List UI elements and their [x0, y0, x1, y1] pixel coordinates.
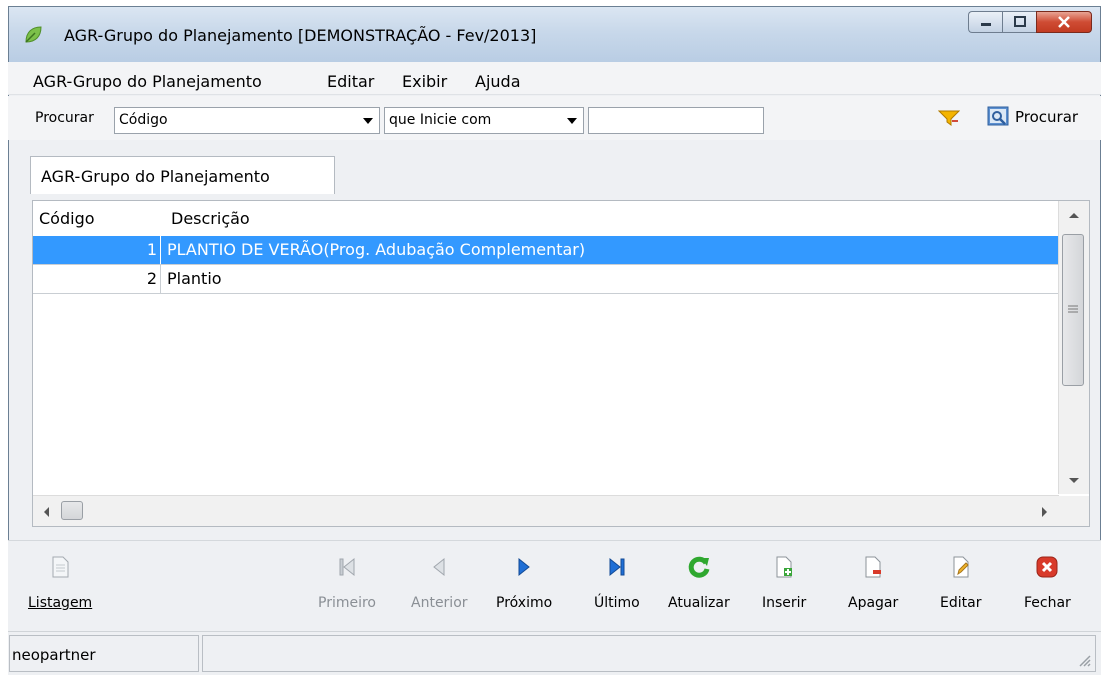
status-bar: neopartner: [8, 631, 1101, 675]
status-message-panel: [202, 635, 1096, 672]
anterior-label: Anterior: [411, 595, 468, 611]
ultimo-button[interactable]: Último: [594, 553, 640, 611]
maximize-button[interactable]: [1002, 11, 1036, 33]
add-document-icon: [776, 556, 793, 578]
resize-grip-icon[interactable]: [1077, 653, 1091, 667]
menu-ajuda[interactable]: Ajuda: [475, 72, 521, 91]
maximize-icon: [1013, 16, 1026, 27]
edit-document-icon: [953, 556, 969, 578]
status-user-panel: neopartner: [9, 635, 199, 672]
fechar-button[interactable]: Fechar: [1024, 553, 1071, 611]
primeiro-label: Primeiro: [318, 595, 376, 611]
refresh-icon: [688, 556, 710, 578]
search-toolbar: Procurar Código que Inicie com Procurar: [8, 96, 1101, 140]
horizontal-scroll-thumb[interactable]: [61, 501, 83, 520]
title-bar[interactable]: AGR-Grupo do Planejamento [DEMONSTRAÇÃO …: [9, 7, 1100, 62]
atualizar-button[interactable]: Atualizar: [668, 553, 730, 611]
cell-descricao: Plantio: [167, 269, 222, 288]
proximo-button[interactable]: Próximo: [496, 553, 552, 611]
menu-editar[interactable]: Editar: [327, 72, 374, 91]
table-row[interactable]: 2 Plantio: [33, 265, 1059, 294]
primeiro-button[interactable]: Primeiro: [318, 553, 376, 611]
anterior-button[interactable]: Anterior: [411, 553, 468, 611]
listing-icon: [52, 556, 69, 578]
grip-icon: [1068, 305, 1078, 313]
scroll-left-icon[interactable]: [42, 506, 50, 518]
apagar-label: Apagar: [848, 595, 899, 611]
cell-codigo: 1: [33, 236, 161, 264]
navigation-button-bar: Listagem Primeiro Anterior Próximo Últim…: [8, 540, 1101, 631]
close-circle-icon: [1036, 556, 1058, 578]
delete-document-icon: [865, 556, 882, 578]
vertical-scrollbar[interactable]: [1058, 201, 1089, 494]
table-row[interactable]: 1 PLANTIO DE VERÃO(Prog. Adubação Comple…: [33, 236, 1059, 265]
window-title: AGR-Grupo do Planejamento [DEMONSTRAÇÃO …: [64, 26, 537, 45]
scroll-corner: [1059, 496, 1089, 526]
menu-agr-grupo[interactable]: AGR-Grupo do Planejamento: [33, 72, 262, 91]
scroll-up-icon[interactable]: [1068, 211, 1080, 219]
inserir-button[interactable]: Inserir: [762, 553, 806, 611]
column-header-codigo[interactable]: Código: [39, 209, 95, 228]
inserir-label: Inserir: [762, 595, 807, 611]
horizontal-scrollbar[interactable]: [33, 495, 1059, 526]
search-label: Procurar: [35, 110, 94, 126]
apagar-button[interactable]: Apagar: [848, 553, 898, 611]
search-mode-value: que Inicie com: [389, 112, 492, 128]
vertical-scroll-thumb[interactable]: [1062, 234, 1084, 386]
procurar-button[interactable]: Procurar: [985, 105, 1078, 129]
scroll-right-icon[interactable]: [1041, 506, 1049, 518]
cell-descricao: PLANTIO DE VERÃO(Prog. Adubação Compleme…: [167, 240, 586, 259]
data-grid: Código Descrição 1 PLANTIO DE VERÃO(Prog…: [32, 200, 1090, 527]
previous-record-icon: [433, 557, 445, 577]
tab-label: AGR-Grupo do Planejamento: [41, 167, 270, 186]
menu-exibir[interactable]: Exibir: [402, 72, 447, 91]
filter-icon[interactable]: [938, 109, 960, 127]
menu-bar: AGR-Grupo do Planejamento Editar Exibir …: [8, 62, 1101, 95]
grid-header: Código Descrição: [33, 201, 1059, 234]
status-user: neopartner: [12, 646, 96, 664]
chevron-down-icon: [567, 118, 577, 124]
column-header-descricao[interactable]: Descrição: [171, 209, 250, 228]
window-controls: [968, 11, 1092, 35]
next-record-icon: [518, 557, 530, 577]
fechar-label: Fechar: [1024, 595, 1071, 611]
atualizar-label: Atualizar: [668, 595, 730, 611]
search-field-value: Código: [119, 112, 168, 128]
ultimo-label: Último: [594, 595, 640, 611]
scroll-down-icon[interactable]: [1068, 477, 1080, 485]
listagem-button[interactable]: Listagem: [28, 553, 92, 611]
search-icon: [987, 106, 1009, 126]
last-record-icon: [609, 557, 625, 577]
first-record-icon: [339, 557, 355, 577]
chevron-down-icon: [363, 118, 373, 124]
cell-codigo: 2: [33, 265, 161, 293]
listagem-label: Listagem: [28, 595, 93, 611]
search-field-select[interactable]: Código: [114, 107, 380, 134]
app-leaf-icon: [25, 26, 42, 43]
search-mode-select[interactable]: que Inicie com: [384, 107, 584, 134]
minimize-icon: [980, 23, 991, 26]
search-input[interactable]: [588, 107, 764, 134]
tab-agr-grupo[interactable]: AGR-Grupo do Planejamento: [30, 156, 335, 194]
procurar-button-label: Procurar: [1015, 108, 1079, 126]
editar-label: Editar: [940, 595, 982, 611]
editar-button[interactable]: Editar: [940, 553, 981, 611]
close-icon: [1058, 16, 1070, 28]
close-window-button[interactable]: [1036, 11, 1092, 33]
minimize-button[interactable]: [968, 11, 1002, 33]
proximo-label: Próximo: [496, 595, 553, 611]
